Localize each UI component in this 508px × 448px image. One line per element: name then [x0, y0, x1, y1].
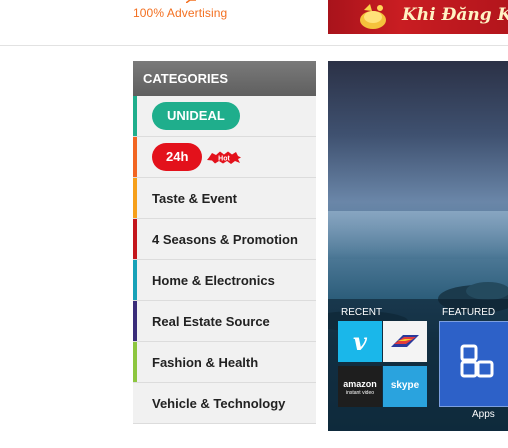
- amazon-icon: amazon: [343, 379, 377, 389]
- category-item-vehicle-technology[interactable]: Vehicle & Technology: [133, 383, 316, 424]
- category-item-seasons-promotion[interactable]: 4 Seasons & Promotion: [133, 219, 316, 260]
- apps-icon: [460, 344, 494, 378]
- category-label: Real Estate Source: [152, 314, 270, 329]
- flag-icon: [391, 335, 419, 347]
- hot-badge-text: Hot: [218, 156, 230, 163]
- skype-icon: skype: [390, 380, 420, 391]
- apps-tile[interactable]: [439, 321, 508, 407]
- category-label: Home & Electronics: [152, 273, 275, 288]
- category-item-taste-event[interactable]: Taste & Event: [133, 178, 316, 219]
- category-color-bar: [133, 178, 137, 218]
- amazon-subtext: instant video: [345, 390, 375, 396]
- category-color-bar: [133, 137, 137, 177]
- category-color-bar: [133, 260, 137, 300]
- category-color-bar: [133, 219, 137, 259]
- promo-banner[interactable]: Khi Đăng Ký 3: [328, 0, 508, 34]
- category-item-24h[interactable]: 24h Hot: [133, 137, 316, 178]
- flag-tile[interactable]: [383, 321, 427, 362]
- categories-title: CATEGORIES: [133, 61, 316, 96]
- featured-label: FEATURED: [442, 307, 496, 318]
- top-bar: 100% Advertising Khi Đăng Ký 3: [0, 0, 508, 46]
- apps-label: Apps: [472, 409, 495, 420]
- category-color-bar: [133, 383, 137, 423]
- unideal-pill[interactable]: UNIDEAL: [152, 102, 240, 130]
- category-label: Taste & Event: [152, 191, 238, 206]
- banner-text: Khi Đăng Ký 3: [402, 5, 508, 25]
- category-label: Fashion & Health: [152, 355, 259, 370]
- vimeo-icon: v: [353, 327, 367, 356]
- category-color-bar: [133, 301, 137, 341]
- category-label: Vehicle & Technology: [152, 396, 286, 411]
- category-color-bar: [133, 342, 137, 382]
- gift-icon: [360, 4, 386, 29]
- vimeo-tile[interactable]: v: [338, 321, 382, 362]
- hot-badge-icon: Hot: [207, 151, 241, 164]
- hero-image[interactable]: RECENT FEATURED v amazon instant video s…: [328, 61, 508, 431]
- amazon-tile[interactable]: amazon instant video: [338, 366, 382, 407]
- horizon-glow: [328, 211, 508, 259]
- category-item-fashion-health[interactable]: Fashion & Health: [133, 342, 316, 383]
- category-color-bar: [133, 96, 137, 136]
- logo-mark-icon: [186, 0, 196, 3]
- category-label: 4 Seasons & Promotion: [152, 232, 298, 247]
- category-item-unideal[interactable]: UNIDEAL: [133, 96, 316, 137]
- skype-tile[interactable]: skype: [383, 366, 427, 407]
- recent-label: RECENT: [341, 307, 383, 318]
- 24h-pill[interactable]: 24h: [152, 143, 203, 171]
- category-item-real-estate[interactable]: Real Estate Source: [133, 301, 316, 342]
- logo-tagline[interactable]: 100% Advertising: [133, 6, 227, 20]
- category-item-home-electronics[interactable]: Home & Electronics: [133, 260, 316, 301]
- categories-menu: CATEGORIES UNIDEAL 24h Hot Taste & Event…: [133, 61, 316, 424]
